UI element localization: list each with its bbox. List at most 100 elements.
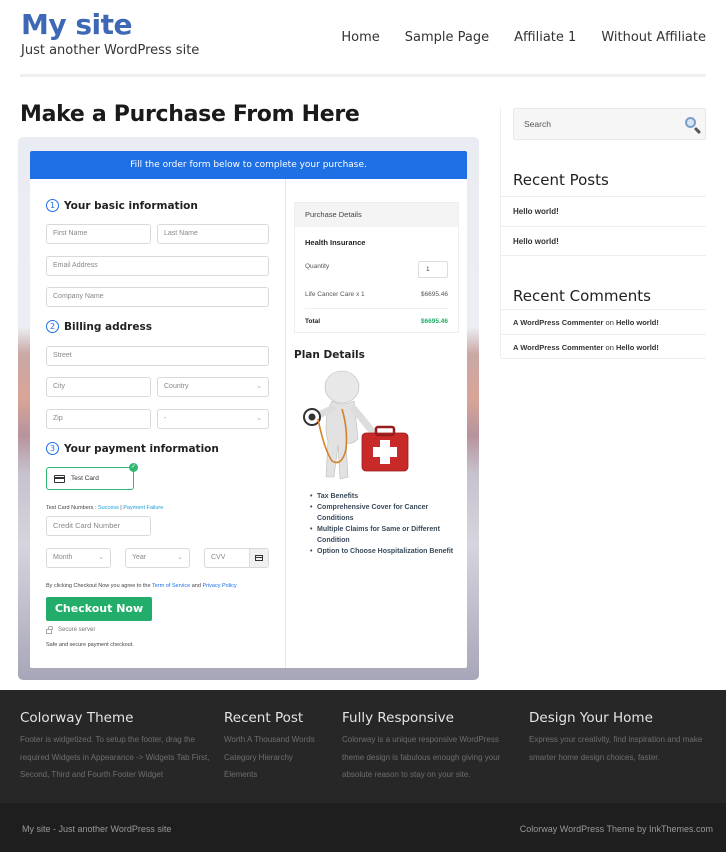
failure-card-link[interactable]: Payment Failure xyxy=(123,505,163,511)
recent-comment: A WordPress Commenter on Hello world! xyxy=(501,334,706,359)
product-name: Health Insurance xyxy=(305,238,366,247)
country-select-value: Country xyxy=(164,383,189,390)
line-item: Life Cancer Care x 1 $6695.46 xyxy=(305,291,448,298)
search-placeholder: Search xyxy=(524,119,551,129)
search-input[interactable]: Search xyxy=(513,108,706,140)
recent-post-link[interactable]: Hello world! xyxy=(501,226,706,256)
test-cards-label: Test Card Numbers : xyxy=(46,505,98,511)
recent-post-link[interactable]: Hello world! xyxy=(501,196,706,226)
footer-widget-title: Colorway Theme xyxy=(20,710,134,726)
footer-widget-title: Design Your Home xyxy=(529,710,653,726)
benefit-item: Multiple Claims for Same or Different Co… xyxy=(310,524,465,546)
first-name-field[interactable]: First Name xyxy=(46,224,151,244)
comment-on: on xyxy=(603,318,616,327)
secure-server: Secure server xyxy=(46,625,96,634)
search-icon[interactable] xyxy=(685,117,696,128)
column-divider xyxy=(285,179,286,668)
step-basic-info: 1 Your basic information xyxy=(46,199,198,212)
chevron-down-icon: ⌄ xyxy=(177,554,183,561)
site-header: My site Just another WordPress site Home… xyxy=(0,0,726,78)
page-title: Make a Purchase From Here xyxy=(20,102,360,127)
comment-author-link[interactable]: A WordPress Commenter xyxy=(513,343,603,352)
nav-without-affiliate[interactable]: Without Affiliate xyxy=(601,30,706,45)
check-icon: ✓ xyxy=(129,463,138,472)
zip-field[interactable]: Zip xyxy=(46,409,151,429)
total-amount: $6695.46 xyxy=(420,318,448,325)
purchase-details-header: Purchase Details xyxy=(295,203,458,227)
recent-comments-title: Recent Comments xyxy=(513,287,651,305)
benefit-item: Comprehensive Cover for Cancer Condition… xyxy=(310,502,465,524)
footer-post-link[interactable]: Category Hierarchy xyxy=(224,749,334,767)
purchase-details-box: Purchase Details Health Insurance Quanti… xyxy=(294,202,459,333)
payment-option-test-card[interactable]: Test Card ✓ xyxy=(46,463,138,490)
footer-widget-title: Fully Responsive xyxy=(342,710,454,726)
benefit-item: Tax Benefits xyxy=(310,491,465,502)
cvv-placeholder: CVV xyxy=(211,554,226,561)
success-card-link[interactable]: Success xyxy=(98,505,119,511)
country-select[interactable]: Country ⌄ xyxy=(157,377,269,397)
step-label: Your basic information xyxy=(64,199,198,212)
main-nav: Home Sample Page Affiliate 1 Without Aff… xyxy=(316,30,706,45)
step-billing: 2 Billing address xyxy=(46,320,152,333)
step-number-badge: 2 xyxy=(46,320,59,333)
secure-server-label: Secure server xyxy=(58,627,96,633)
comment-post-link[interactable]: Hello world! xyxy=(616,318,659,327)
site-title-link[interactable]: My site xyxy=(21,8,133,41)
recent-comment: A WordPress Commenter on Hello world! xyxy=(501,309,706,334)
plan-details-title: Plan Details xyxy=(294,349,365,361)
nav-home[interactable]: Home xyxy=(341,30,379,45)
state-select-value: - xyxy=(164,415,167,422)
terms-prefix: By clicking Checkout Now you agree to th… xyxy=(46,583,152,589)
step-label: Billing address xyxy=(64,320,152,333)
comment-post-link[interactable]: Hello world! xyxy=(616,343,659,352)
comment-author-link[interactable]: A WordPress Commenter xyxy=(513,318,603,327)
footer-bottom-bar: My site - Just another WordPress site Co… xyxy=(0,803,726,852)
footer-post-link[interactable]: Elements xyxy=(224,766,334,784)
footer-theme-credit-link[interactable]: Colorway WordPress Theme by InkThemes.co… xyxy=(520,824,713,834)
form-banner: Fill the order form below to complete yo… xyxy=(30,151,467,179)
summary-divider xyxy=(305,308,448,309)
order-form-card: Fill the order form below to complete yo… xyxy=(30,151,467,668)
chevron-down-icon: ⌄ xyxy=(256,383,262,390)
card-number-field[interactable]: Credit Card Number xyxy=(46,516,151,536)
terms-of-service-link[interactable]: Term of Service xyxy=(152,583,190,589)
year-select-value: Year xyxy=(132,554,147,561)
year-select[interactable]: Year ⌄ xyxy=(125,548,190,568)
header-divider xyxy=(20,74,706,77)
step-label: Your payment information xyxy=(64,442,219,455)
chevron-down-icon: ⌄ xyxy=(98,554,104,561)
credit-card-icon xyxy=(54,474,65,483)
site-footer: Colorway Theme Footer is widgetized. To … xyxy=(0,690,726,803)
order-form-container: Fill the order form below to complete yo… xyxy=(18,137,479,680)
test-card-numbers: Test Card Numbers : Success | Payment Fa… xyxy=(46,505,163,511)
terms-and: and xyxy=(190,583,203,589)
benefit-item: Option to Choose Hospitalization Benefit xyxy=(310,546,465,557)
checkout-now-button[interactable]: Checkout Now xyxy=(46,597,152,621)
nav-sample-page[interactable]: Sample Page xyxy=(405,30,489,45)
privacy-policy-link[interactable]: Privacy Policy xyxy=(202,583,236,589)
step-number-badge: 1 xyxy=(46,199,59,212)
footer-widget-text: Colorway is a unique responsive WordPres… xyxy=(342,735,501,779)
nav-affiliate-1[interactable]: Affiliate 1 xyxy=(514,30,576,45)
payment-option-label: Test Card xyxy=(71,475,99,482)
card-icon xyxy=(249,549,268,567)
lock-icon xyxy=(46,625,53,634)
state-select[interactable]: - ⌄ xyxy=(157,409,269,429)
step-payment: 3 Your payment information xyxy=(46,442,219,455)
step-number-badge: 3 xyxy=(46,442,59,455)
company-field[interactable]: Company Name xyxy=(46,287,269,307)
footer-widget-text: Footer is widgetized. To setup the foote… xyxy=(20,735,210,779)
footer-widget-title: Recent Post xyxy=(224,710,304,726)
footer-site-credit: My site - Just another WordPress site xyxy=(22,824,172,834)
month-select[interactable]: Month ⌄ xyxy=(46,548,111,568)
total-row: Total $6695.46 xyxy=(305,318,448,325)
quantity-input[interactable]: 1 xyxy=(418,261,448,278)
cvv-field[interactable]: CVV xyxy=(204,548,269,568)
city-field[interactable]: City xyxy=(46,377,151,397)
street-field[interactable]: Street xyxy=(46,346,269,366)
footer-post-link[interactable]: Worth A Thousand Words xyxy=(224,731,334,749)
email-field[interactable]: Email Address xyxy=(46,256,269,276)
total-label: Total xyxy=(305,318,321,325)
last-name-field[interactable]: Last Name xyxy=(157,224,269,244)
footer-widget-recent-post: Recent Post Worth A Thousand Words Categ… xyxy=(224,710,334,784)
